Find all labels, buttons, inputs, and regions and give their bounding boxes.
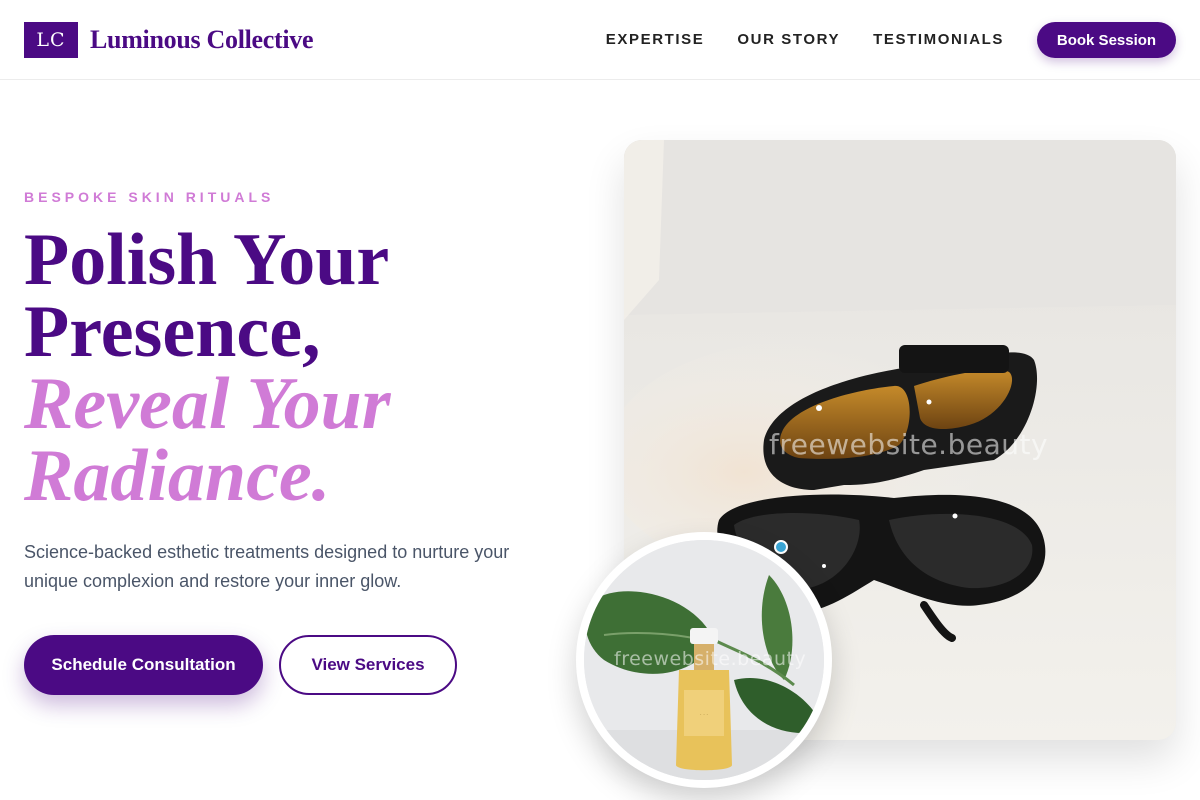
headline-line-2: Presence, bbox=[24, 291, 321, 373]
svg-text:· · ·: · · · bbox=[700, 712, 708, 718]
site-header: LC Luminous Collective EXPERTISE OUR STO… bbox=[0, 0, 1200, 80]
schedule-consultation-button[interactable]: Schedule Consultation bbox=[24, 635, 263, 695]
view-services-button[interactable]: View Services bbox=[279, 635, 457, 695]
nav-link-testimonials[interactable]: TESTIMONIALS bbox=[873, 28, 1004, 52]
inset-watermark: freewebsite.beauty bbox=[614, 648, 807, 670]
book-session-button[interactable]: Book Session bbox=[1037, 22, 1176, 58]
hero-eyebrow: BESPOKE SKIN RITUALS bbox=[24, 189, 275, 205]
nav-link-expertise[interactable]: EXPERTISE bbox=[606, 28, 705, 52]
image-watermark: freewebsite.beauty bbox=[769, 428, 1049, 461]
headline-line-3: Reveal Your bbox=[24, 363, 391, 445]
nav-link-our-story[interactable]: OUR STORY bbox=[737, 28, 840, 52]
hero-subtitle: Science-backed esthetic treatments desig… bbox=[24, 542, 510, 591]
brand-name[interactable]: Luminous Collective bbox=[90, 24, 314, 56]
headline-line-1: Polish Your bbox=[24, 219, 390, 301]
headline-line-4: Radiance. bbox=[24, 435, 331, 517]
logo-mark[interactable]: LC bbox=[24, 22, 78, 58]
inset-image-serum: · · · freewebsite.beauty bbox=[576, 532, 832, 788]
serum-photo-frame: · · · freewebsite.beauty bbox=[584, 540, 824, 780]
hero-headline: Polish Your Presence, Reveal Your Radian… bbox=[24, 219, 391, 517]
main-nav: EXPERTISE OUR STORY TESTIMONIALS bbox=[606, 28, 1004, 52]
